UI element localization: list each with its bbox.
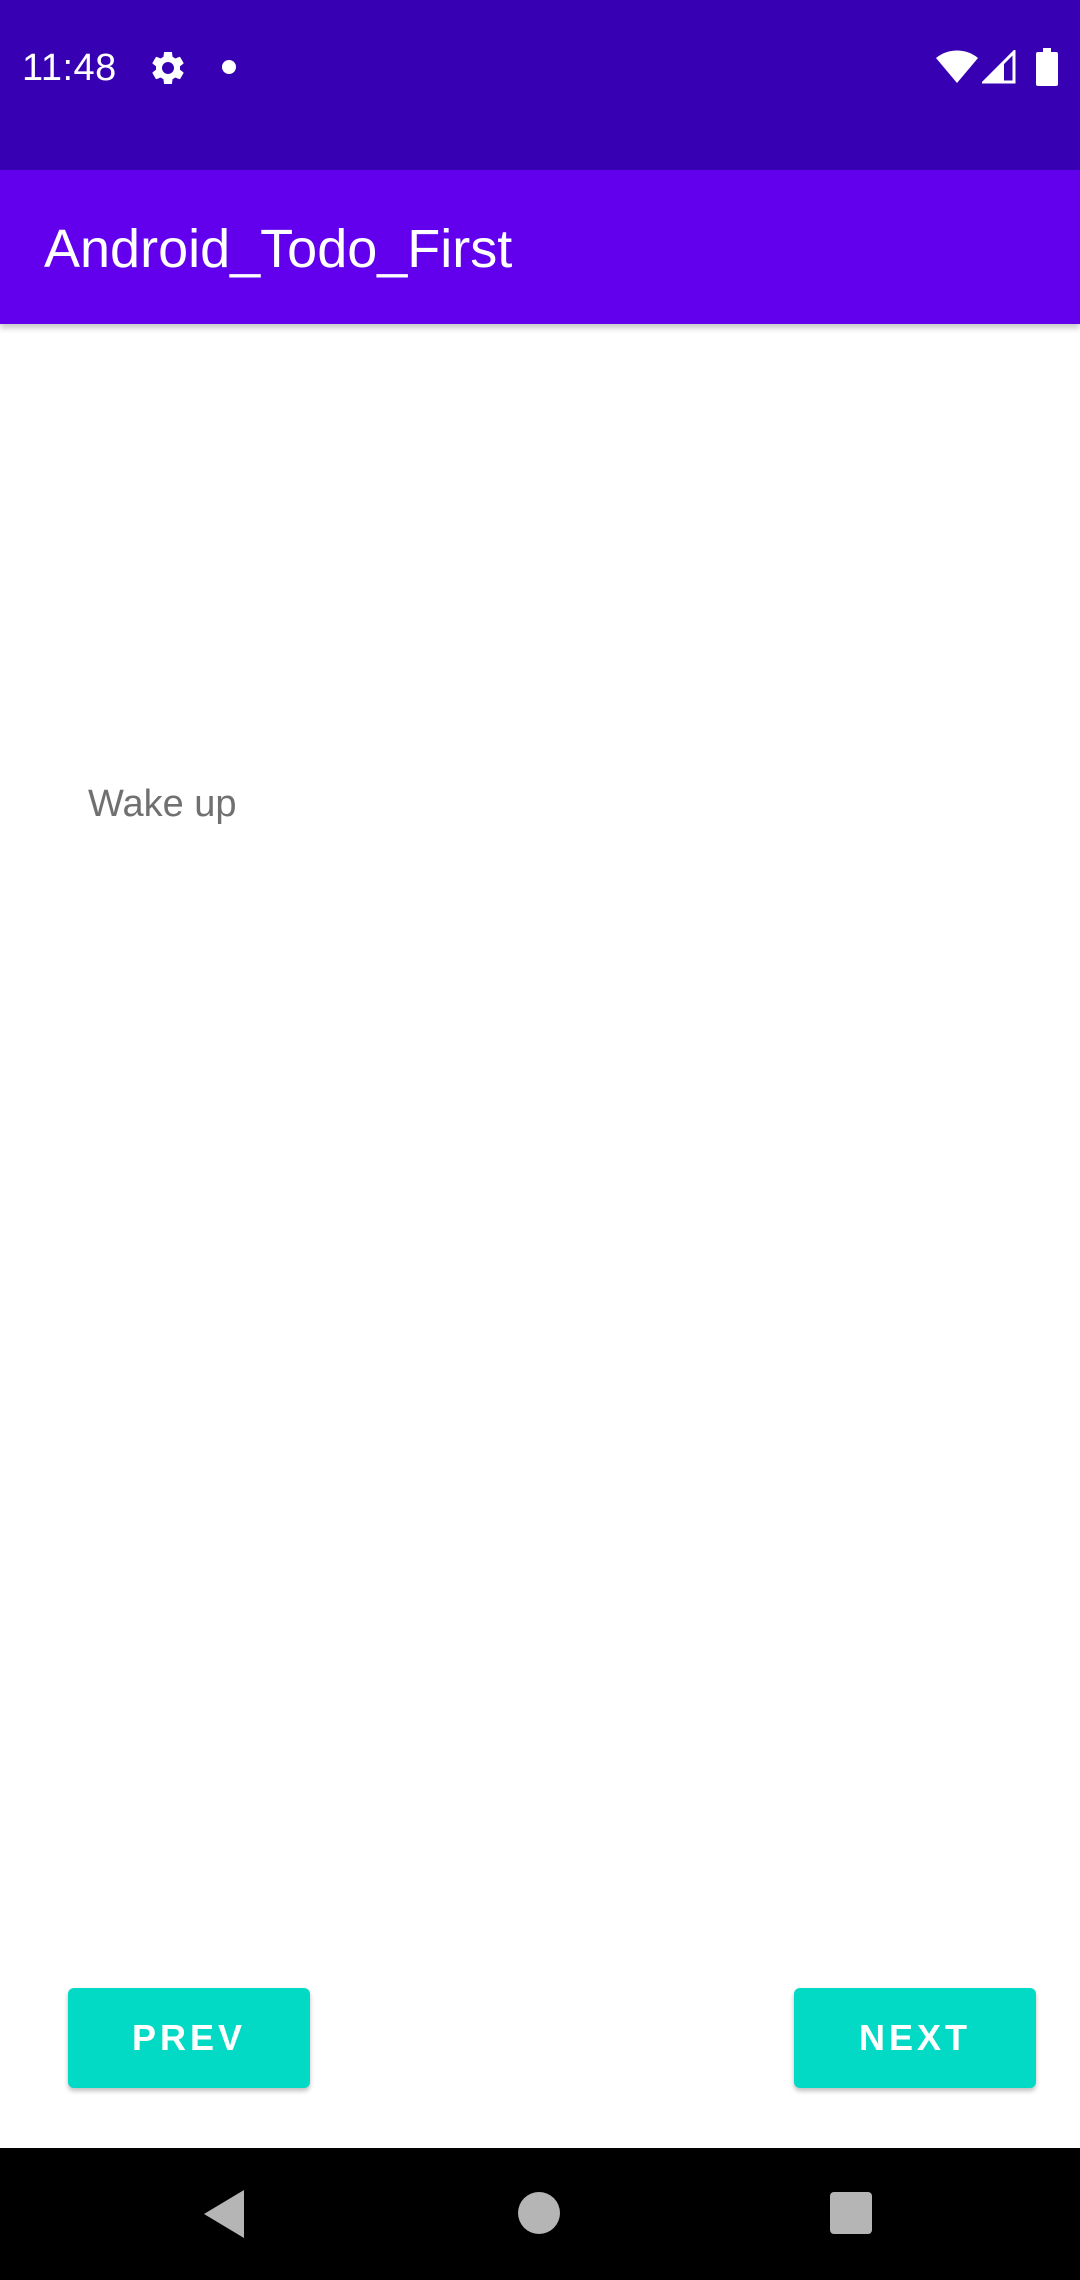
gear-icon xyxy=(152,51,184,84)
next-button[interactable]: NEXT xyxy=(794,1988,1036,2088)
prev-button[interactable]: PREV xyxy=(68,1988,310,2088)
main-content: Wake up PREV NEXT xyxy=(0,324,1080,2148)
signal-icon xyxy=(982,50,1016,84)
todo-text: Wake up xyxy=(88,783,237,825)
wifi-icon xyxy=(936,50,978,83)
back-icon[interactable] xyxy=(204,2190,248,2238)
status-time: 11:48 xyxy=(22,47,117,89)
recents-icon[interactable] xyxy=(830,2192,872,2234)
app-bar: Android_Todo_First xyxy=(0,170,1080,324)
navigation-bar xyxy=(0,2148,1080,2280)
status-bar: 11:48 xyxy=(0,0,1080,170)
home-icon[interactable] xyxy=(518,2192,560,2234)
notification-dot-icon xyxy=(222,60,236,74)
app-title: Android_Todo_First xyxy=(44,219,513,279)
battery-icon xyxy=(1036,48,1058,86)
